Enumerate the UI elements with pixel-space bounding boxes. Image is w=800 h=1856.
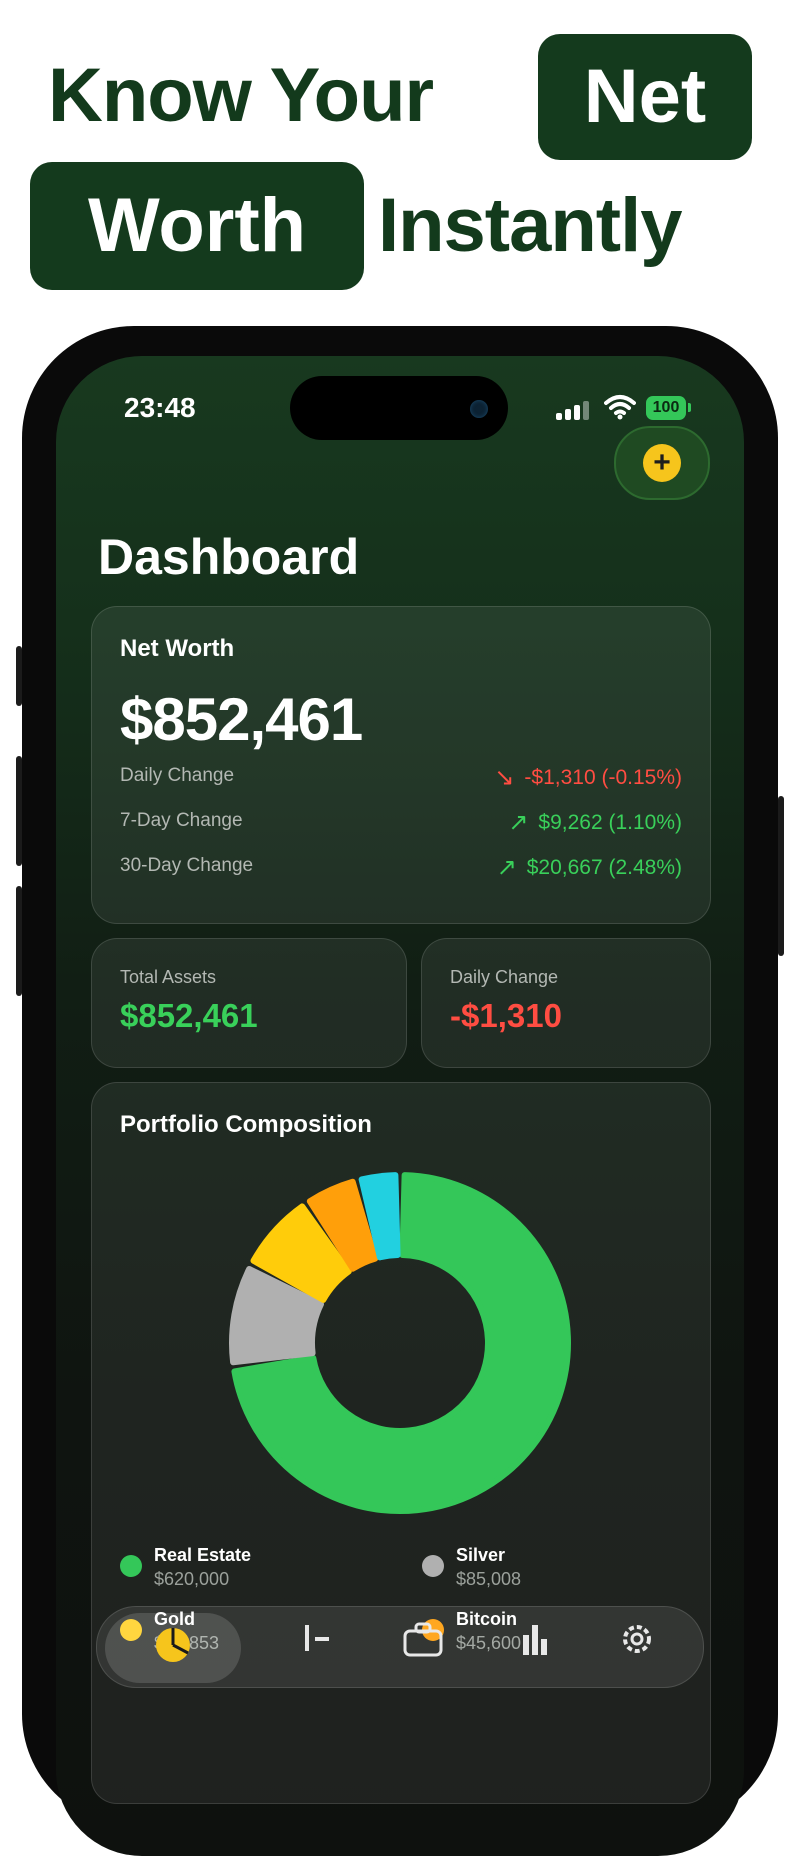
change-row-30day: 30-Day Change ↗ $20,667 (2.48%) — [120, 853, 682, 883]
change-label: 30-Day Change — [120, 855, 254, 876]
legend-item-real-estate: Real Estate $620,000 — [120, 1545, 360, 1601]
side-button-volume-up — [16, 756, 22, 866]
status-time: 23:48 — [124, 392, 196, 423]
battery-nub — [688, 403, 691, 412]
total-assets-label: Total Assets — [120, 967, 217, 987]
headline-text-line1: Know Your — [48, 53, 434, 138]
change-row-7day: 7-Day Change ↗ $9,262 (1.10%) — [120, 808, 682, 838]
signal-icon — [556, 400, 590, 420]
legend-item-silver: Silver $85,008 — [422, 1545, 662, 1601]
legend-dot — [120, 1555, 142, 1577]
daily-change-card[interactable]: Daily Change -$1,310 — [421, 938, 711, 1068]
dynamic-island — [290, 376, 508, 440]
tab-dashboard[interactable] — [105, 1613, 241, 1683]
arrow-up-right-icon: ↗ — [496, 854, 517, 881]
change-label: Daily Change — [120, 765, 235, 786]
headline-pill-worth: Worth — [30, 162, 364, 290]
net-worth-card: Net Worth $852,461 Daily Change ↘ -$1,31… — [91, 606, 711, 924]
battery-indicator: 100 — [646, 396, 686, 420]
list-icon[interactable] — [293, 1619, 333, 1659]
total-assets-value: $852,461 — [120, 997, 258, 1034]
arrow-down-right-icon: ↘ — [494, 764, 515, 791]
side-button-volume-down — [16, 886, 22, 996]
change-label: 7-Day Change — [120, 810, 243, 831]
phone-frame: 23:48 100 + Dashboard Net Worth $852,461… — [16, 326, 784, 1856]
pie-chart-icon — [156, 1628, 190, 1662]
daily-change-label: Daily Change — [450, 967, 559, 987]
change-value: ↘ -$1,310 (-0.15%) — [494, 763, 682, 792]
change-value: ↗ $20,667 (2.48%) — [497, 853, 682, 882]
change-amount: -$1,310 (-0.15%) — [524, 765, 682, 789]
net-worth-label: Net Worth — [120, 635, 235, 662]
page-title: Dashboard — [98, 529, 360, 585]
headline-pill-net: Net — [538, 34, 752, 160]
camera-icon — [470, 400, 488, 418]
wifi-icon — [604, 395, 636, 420]
bar-chart-icon[interactable] — [515, 1619, 555, 1659]
change-value: ↗ $9,262 (1.10%) — [508, 808, 682, 837]
side-button-power — [778, 796, 784, 956]
gear-icon[interactable] — [617, 1619, 657, 1659]
headline-text-line2: Instantly — [378, 183, 682, 268]
net-worth-value: $852,461 — [120, 686, 363, 753]
briefcase-icon[interactable] — [401, 1619, 445, 1659]
legend-value: $85,008 — [456, 1569, 522, 1589]
portfolio-title: Portfolio Composition — [120, 1111, 372, 1138]
portfolio-donut-chart — [229, 1172, 571, 1514]
change-row-daily: Daily Change ↘ -$1,310 (-0.15%) — [120, 763, 682, 793]
promo-headline: Know Your Net Worth Instantly — [0, 0, 800, 300]
legend-value: $620,000 — [154, 1569, 230, 1589]
legend-name: Silver — [456, 1545, 506, 1565]
side-button-action — [16, 646, 22, 706]
tab-bar — [96, 1606, 704, 1688]
legend-dot — [422, 1555, 444, 1577]
change-amount: $9,262 (1.10%) — [538, 810, 682, 834]
change-amount: $20,667 (2.48%) — [526, 855, 682, 879]
plus-icon: + — [643, 444, 681, 482]
portfolio-card: Portfolio Composition Real Estate $620,0… — [91, 1082, 711, 1804]
phone-screen: 23:48 100 + Dashboard Net Worth $852,461… — [56, 356, 744, 1856]
legend-name: Real Estate — [154, 1545, 252, 1565]
arrow-up-right-icon: ↗ — [508, 809, 529, 836]
add-asset-button[interactable]: + — [614, 426, 710, 500]
daily-change-value: -$1,310 — [450, 997, 562, 1034]
total-assets-card[interactable]: Total Assets $852,461 — [91, 938, 407, 1068]
